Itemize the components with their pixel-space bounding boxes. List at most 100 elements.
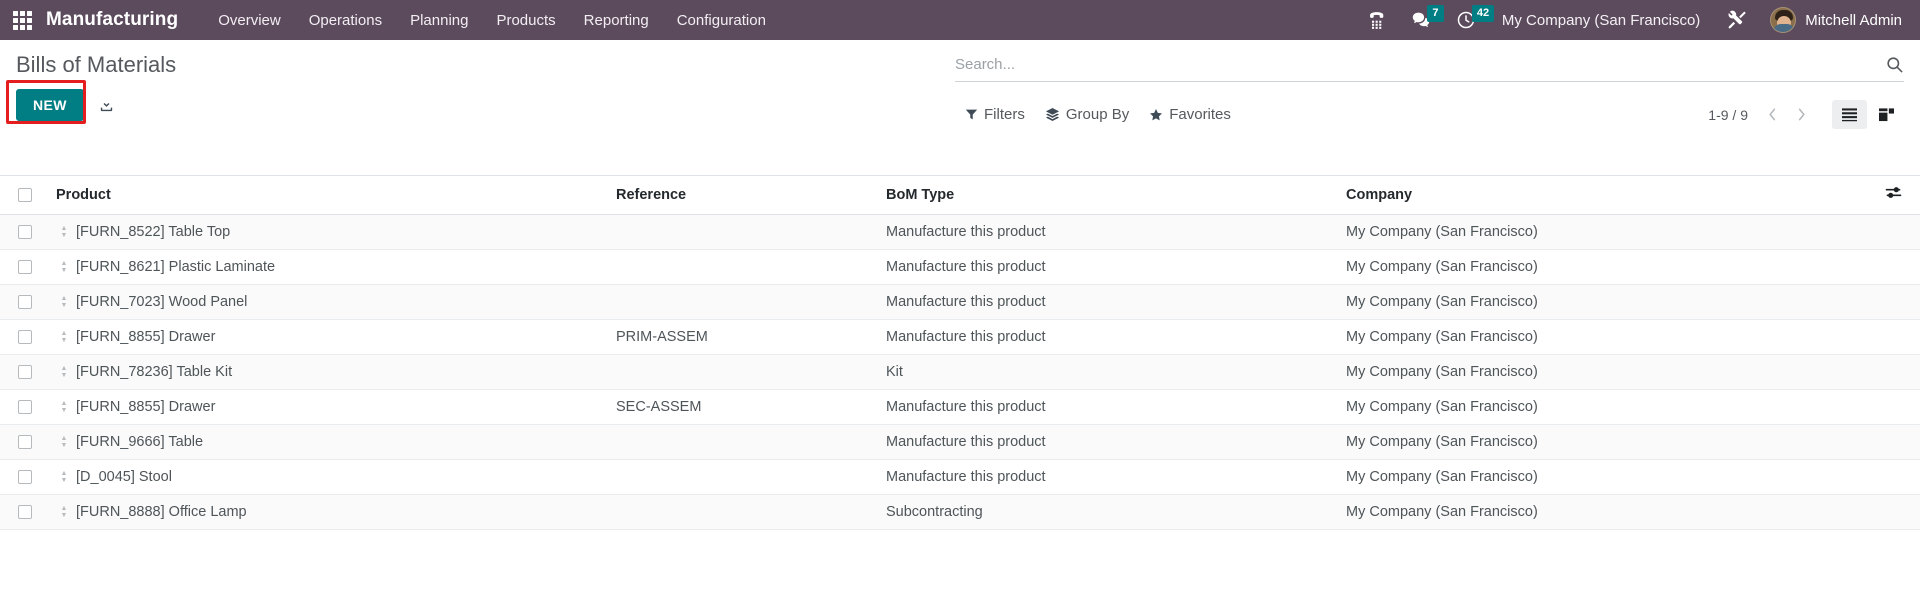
sliders-toggle-icon[interactable]: [1885, 185, 1902, 200]
cell-reference: [616, 459, 886, 495]
menu-item-products[interactable]: Products: [482, 4, 569, 37]
user-name: Mitchell Admin: [1805, 11, 1902, 29]
table-row[interactable]: ▲ ▼ [FURN_78236] Table Kit Kit My Company (S…: [0, 354, 1920, 390]
cell-spacer: [1866, 424, 1920, 460]
row-drag-handle[interactable]: ▲ ▼: [56, 260, 72, 274]
search-input[interactable]: [955, 54, 1877, 75]
product-name: [FURN_8855] Drawer: [76, 329, 216, 345]
row-checkbox[interactable]: [18, 330, 32, 345]
menu-item-operations[interactable]: Operations: [295, 4, 396, 37]
select-all-checkbox[interactable]: [18, 187, 32, 202]
row-checkbox[interactable]: [18, 260, 32, 275]
bom-table: Product Reference BoM Type Company ▲ ▼ [FU…: [0, 176, 1920, 530]
product-name: [FURN_78236] Table Kit: [76, 364, 233, 380]
chevron-right-icon[interactable]: [1789, 105, 1814, 124]
cell-spacer: [1866, 249, 1920, 285]
row-checkbox[interactable]: [18, 225, 32, 240]
cell-company: My Company (San Francisco): [1346, 284, 1866, 320]
table-row[interactable]: ▲ ▼ [FURN_8855] Drawer PRIM-ASSEM Manufactur…: [0, 319, 1920, 355]
product-name: [FURN_8522] Table Top: [76, 224, 231, 240]
cell-bom-type: Manufacture this product: [886, 214, 1346, 250]
new-button[interactable]: NEW: [16, 89, 84, 122]
row-drag-handle[interactable]: ▲ ▼: [56, 470, 72, 484]
cell-bom-type: Kit: [886, 354, 1346, 390]
kanban-view-icon[interactable]: [1869, 100, 1904, 129]
row-drag-handle[interactable]: ▲ ▼: [56, 435, 72, 449]
filters-dropdown[interactable]: Filters: [965, 106, 1025, 123]
wrench-screwdriver-icon[interactable]: [1714, 0, 1760, 40]
row-select-cell: [0, 354, 56, 390]
row-checkbox[interactable]: [18, 365, 32, 380]
table-row[interactable]: ▲ ▼ [FURN_7023] Wood Panel Manufacture this…: [0, 284, 1920, 320]
row-checkbox[interactable]: [18, 470, 32, 485]
cell-bom-type: Manufacture this product: [886, 424, 1346, 460]
pager: 1-9 / 9: [1708, 105, 1814, 124]
activities-button[interactable]: 42: [1444, 0, 1495, 40]
cell-reference: [616, 214, 886, 250]
row-drag-handle[interactable]: ▲ ▼: [56, 365, 72, 379]
column-header-reference[interactable]: Reference: [616, 176, 886, 215]
cell-bom-type: Manufacture this product: [886, 459, 1346, 495]
list-view-icon[interactable]: [1832, 100, 1867, 129]
layers-icon: [1045, 107, 1060, 122]
cell-bom-type: Manufacture this product: [886, 284, 1346, 320]
table-row[interactable]: ▲ ▼ [FURN_8888] Office Lamp Subcontracting M…: [0, 494, 1920, 530]
row-checkbox[interactable]: [18, 505, 32, 520]
cell-product: ▲ ▼ [FURN_8855] Drawer: [56, 319, 616, 355]
row-select-cell: [0, 459, 56, 495]
dialpad-icon[interactable]: [1356, 0, 1399, 40]
row-drag-handle[interactable]: ▲ ▼: [56, 295, 72, 309]
column-header-bom-type[interactable]: BoM Type: [886, 176, 1346, 215]
view-switcher: [1832, 100, 1904, 129]
row-drag-handle[interactable]: ▲ ▼: [56, 225, 72, 239]
table-row[interactable]: ▲ ▼ [FURN_9666] Table Manufacture this prod…: [0, 424, 1920, 460]
row-checkbox[interactable]: [18, 400, 32, 415]
menu-item-reporting[interactable]: Reporting: [570, 4, 663, 37]
cell-product: ▲ ▼ [FURN_9666] Table: [56, 424, 616, 460]
column-header-product[interactable]: Product: [56, 176, 616, 215]
menu-item-overview[interactable]: Overview: [204, 4, 295, 37]
magnifier-icon[interactable]: [1877, 55, 1904, 74]
cell-product: ▲ ▼ [FURN_8522] Table Top: [56, 214, 616, 250]
table-body: ▲ ▼ [FURN_8522] Table Top Manufacture this …: [0, 214, 1920, 530]
table-row[interactable]: ▲ ▼ [D_0045] Stool Manufacture this product…: [0, 459, 1920, 495]
cell-product: ▲ ▼ [FURN_8888] Office Lamp: [56, 494, 616, 530]
table-row[interactable]: ▲ ▼ [FURN_8522] Table Top Manufacture this …: [0, 214, 1920, 250]
app-brand-name[interactable]: Manufacturing: [46, 9, 178, 31]
product-name: [FURN_8888] Office Lamp: [76, 504, 247, 520]
import-download-icon[interactable]: [98, 97, 115, 114]
user-menu[interactable]: Mitchell Admin: [1760, 7, 1906, 33]
apps-grid-icon[interactable]: [8, 6, 36, 34]
company-switcher[interactable]: My Company (San Francisco): [1488, 12, 1714, 29]
cell-company: My Company (San Francisco): [1346, 494, 1866, 530]
cell-spacer: [1866, 494, 1920, 530]
groupby-dropdown[interactable]: Group By: [1045, 106, 1129, 123]
menu-item-configuration[interactable]: Configuration: [663, 4, 780, 37]
cell-product: ▲ ▼ [FURN_7023] Wood Panel: [56, 284, 616, 320]
favorites-dropdown[interactable]: Favorites: [1149, 106, 1231, 123]
messages-button[interactable]: 7: [1399, 0, 1444, 40]
pager-value: 1-9 / 9: [1708, 106, 1748, 123]
row-select-cell: [0, 319, 56, 355]
control-panel: Bills of Materials NEW Search... Filters…: [0, 40, 1920, 176]
cell-product: ▲ ▼ [FURN_8621] Plastic Laminate: [56, 249, 616, 285]
table-row[interactable]: ▲ ▼ [FURN_8855] Drawer SEC-ASSEM Manufacture…: [0, 389, 1920, 425]
chevron-left-icon[interactable]: [1760, 105, 1785, 124]
row-drag-handle[interactable]: ▲ ▼: [56, 330, 72, 344]
cell-company: My Company (San Francisco): [1346, 389, 1866, 425]
optional-columns-header: [1866, 176, 1920, 215]
row-checkbox[interactable]: [18, 295, 32, 310]
menu-item-planning[interactable]: Planning: [396, 4, 482, 37]
row-drag-handle[interactable]: ▲ ▼: [56, 505, 72, 519]
cell-company: My Company (San Francisco): [1346, 424, 1866, 460]
cell-reference: [616, 494, 886, 530]
product-name: [FURN_8621] Plastic Laminate: [76, 259, 276, 275]
row-drag-handle[interactable]: ▲ ▼: [56, 400, 72, 414]
column-header-company[interactable]: Company: [1346, 176, 1866, 215]
activities-badge: 42: [1471, 5, 1495, 22]
cell-bom-type: Manufacture this product: [886, 389, 1346, 425]
row-checkbox[interactable]: [18, 435, 32, 450]
cell-bom-type: Manufacture this product: [886, 249, 1346, 285]
table-row[interactable]: ▲ ▼ [FURN_8621] Plastic Laminate Manufactur…: [0, 249, 1920, 285]
row-select-cell: [0, 249, 56, 285]
